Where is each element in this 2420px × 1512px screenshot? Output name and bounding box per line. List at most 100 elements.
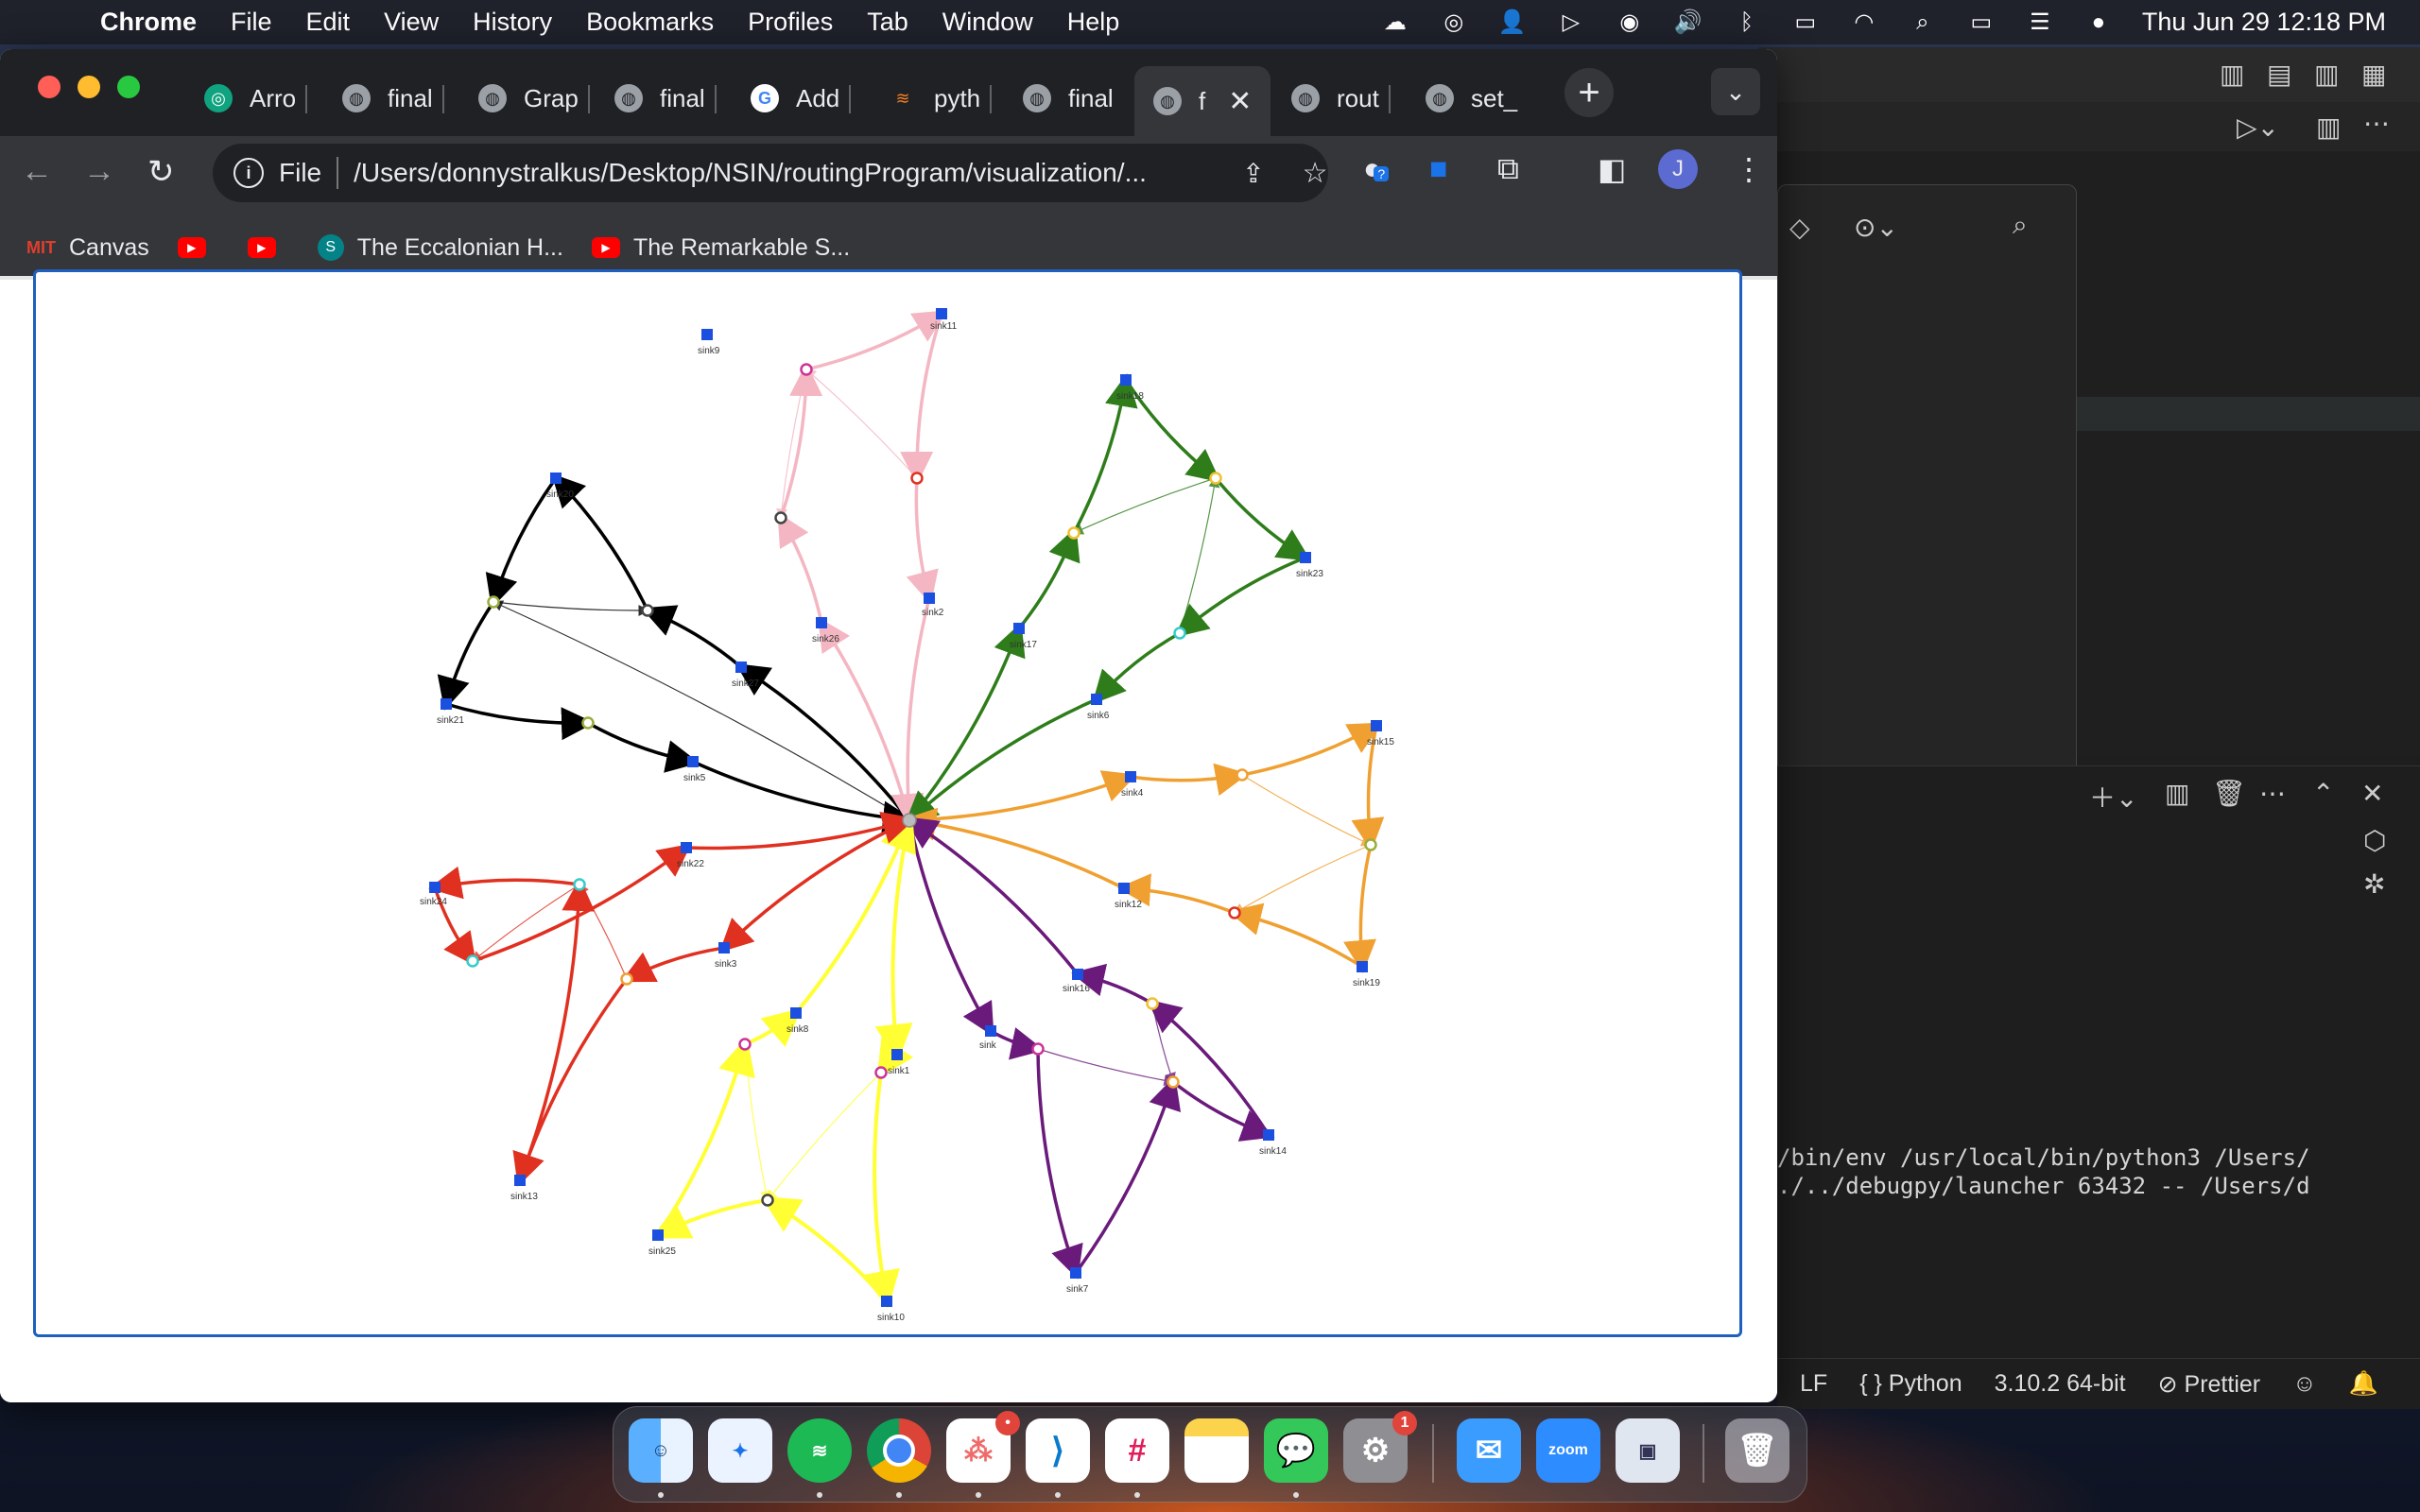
extension-chat-icon[interactable]: ●? bbox=[1363, 151, 1390, 186]
waypoint-marker[interactable] bbox=[466, 954, 479, 968]
sink-node[interactable] bbox=[701, 329, 713, 340]
sink-node[interactable] bbox=[1263, 1129, 1274, 1141]
menu-bookmarks[interactable]: Bookmarks bbox=[586, 8, 714, 37]
sink-node[interactable] bbox=[816, 617, 827, 628]
waypoint-marker[interactable] bbox=[1236, 768, 1249, 782]
waypoint-marker[interactable] bbox=[487, 595, 500, 609]
sink-node[interactable] bbox=[441, 698, 452, 710]
zoom-icon[interactable]: zoom bbox=[1536, 1418, 1600, 1483]
mail-icon[interactable]: ✉ bbox=[1457, 1418, 1521, 1483]
bookmark-star-icon[interactable]: ☆ bbox=[1303, 157, 1328, 190]
run-icon[interactable]: ▷⌄ bbox=[2237, 112, 2279, 143]
menu-profiles[interactable]: Profiles bbox=[748, 8, 833, 37]
bluetooth-icon[interactable]: ᛒ bbox=[1732, 9, 1762, 35]
new-terminal-icon[interactable]: ＋⌄ bbox=[2089, 778, 2137, 816]
sink-node[interactable] bbox=[718, 942, 730, 954]
tab-3[interactable]: ◍ final bbox=[614, 74, 717, 123]
maximize-panel-icon[interactable]: ⌃ bbox=[2312, 778, 2334, 809]
system-settings-icon[interactable]: ⚙ 1 bbox=[1343, 1411, 1417, 1483]
waypoint-marker[interactable] bbox=[774, 511, 787, 524]
waypoint-marker[interactable] bbox=[1364, 838, 1377, 851]
chrome-icon[interactable] bbox=[867, 1418, 931, 1483]
close-tab-icon[interactable]: ✕ bbox=[1228, 85, 1252, 118]
waypoint-marker[interactable] bbox=[1167, 1075, 1180, 1089]
status-line-ending[interactable]: LF bbox=[1800, 1370, 1827, 1398]
close-panel-icon[interactable]: ✕ bbox=[2361, 778, 2383, 809]
sink-node[interactable] bbox=[1120, 374, 1132, 386]
address-bar[interactable]: i File /Users/donnystralkus/Desktop/NSIN… bbox=[213, 144, 1328, 202]
waypoint-marker[interactable] bbox=[620, 972, 633, 986]
sink-node[interactable] bbox=[790, 1007, 802, 1019]
sink-node[interactable] bbox=[1013, 623, 1025, 634]
tab-4[interactable]: G Add bbox=[751, 74, 852, 123]
toggle-secondary-sidebar-icon[interactable]: ▥ bbox=[2314, 59, 2339, 90]
sink-node[interactable] bbox=[1357, 961, 1368, 972]
more-actions-icon[interactable]: ⋯ bbox=[2363, 108, 2390, 139]
more-options-icon[interactable]: ⊙⌄ bbox=[1854, 212, 1898, 243]
reload-icon[interactable]: ↻ bbox=[147, 153, 175, 191]
scan-icon[interactable]: ◎ bbox=[1439, 9, 1469, 35]
menu-edit[interactable]: Edit bbox=[306, 8, 351, 37]
sink-node[interactable] bbox=[891, 1049, 903, 1060]
sink-node[interactable] bbox=[681, 842, 692, 853]
toggle-panel-icon[interactable]: ▤ bbox=[2267, 59, 2291, 90]
sink-node[interactable] bbox=[924, 593, 935, 604]
waypoint-marker[interactable] bbox=[1146, 997, 1159, 1010]
waypoint-marker[interactable] bbox=[573, 878, 586, 891]
status-prettier[interactable]: ⊘ Prettier bbox=[2158, 1370, 2261, 1399]
waypoint-marker[interactable] bbox=[910, 472, 924, 485]
split-editor-icon[interactable]: ▥ bbox=[2316, 112, 2341, 143]
battery-icon[interactable]: ▭ bbox=[1790, 9, 1821, 35]
tab-2[interactable]: ◍ Grap bbox=[478, 74, 590, 123]
waypoint-marker[interactable] bbox=[1031, 1042, 1045, 1056]
sink-node[interactable] bbox=[1125, 771, 1136, 782]
search-icon[interactable]: ⌕ bbox=[2013, 210, 2028, 241]
slack-icon[interactable]: # bbox=[1105, 1418, 1169, 1483]
more-terminal-actions-icon[interactable]: ⋯ bbox=[2259, 778, 2286, 809]
sink-node[interactable] bbox=[735, 662, 747, 673]
share-icon[interactable]: ⇪ bbox=[1242, 158, 1264, 189]
customize-layout-icon[interactable]: ▦ bbox=[2361, 59, 2386, 90]
sink-node[interactable] bbox=[936, 308, 947, 319]
waypoint-marker[interactable] bbox=[761, 1194, 774, 1207]
tab-5[interactable]: ≋ pyth bbox=[889, 74, 993, 123]
tab-6[interactable]: ◍ final bbox=[1023, 74, 1114, 123]
site-info-icon[interactable]: i bbox=[233, 158, 264, 188]
waypoint-marker[interactable] bbox=[874, 1066, 888, 1079]
menu-file[interactable]: File bbox=[231, 8, 272, 37]
messages-icon[interactable]: 💬 bbox=[1264, 1418, 1328, 1483]
waypoint-marker[interactable] bbox=[738, 1038, 752, 1051]
feedback-icon[interactable]: ☺ bbox=[2292, 1370, 2317, 1398]
trash-icon[interactable]: 🗑 bbox=[1725, 1418, 1789, 1483]
sink-node[interactable] bbox=[1371, 720, 1382, 731]
menu-view[interactable]: View bbox=[384, 8, 439, 37]
siri-icon[interactable]: ● bbox=[2083, 9, 2114, 35]
wifi-icon[interactable]: ◠ bbox=[1849, 9, 1879, 35]
vscode-icon[interactable]: ⟩ bbox=[1026, 1418, 1090, 1483]
notes-icon[interactable] bbox=[1184, 1418, 1249, 1483]
sink-node[interactable] bbox=[881, 1296, 892, 1307]
control-center-icon[interactable]: ☰ bbox=[2025, 9, 2055, 35]
waypoint-marker[interactable] bbox=[641, 604, 654, 617]
waypoint-marker[interactable] bbox=[800, 363, 813, 376]
status-language[interactable]: { } Python bbox=[1859, 1370, 1962, 1398]
sink-node[interactable] bbox=[1070, 1267, 1081, 1279]
menu-app-name[interactable]: Chrome bbox=[100, 8, 197, 37]
bookmark-youtube-1[interactable]: ▶ bbox=[177, 237, 219, 258]
waypoint-marker[interactable] bbox=[581, 716, 595, 730]
notifications-bell-icon[interactable]: 🔔 bbox=[2349, 1370, 2378, 1398]
chrome-menu-icon[interactable]: ⋮ bbox=[1734, 151, 1764, 187]
graph-visualization[interactable]: sink11 sink9 sink18 sink20 sink23 sink26 sink2… bbox=[33, 269, 1742, 1337]
bookmark-canvas[interactable]: MIT Canvas bbox=[26, 234, 149, 262]
sink-node[interactable] bbox=[429, 882, 441, 893]
back-arrow-icon[interactable]: ← bbox=[21, 153, 53, 190]
sink-node[interactable] bbox=[687, 756, 699, 767]
sink-node[interactable] bbox=[514, 1175, 526, 1186]
bookmark-eccalonian[interactable]: S The Eccalonian H... bbox=[317, 234, 563, 262]
new-tab-button[interactable]: + bbox=[1564, 68, 1614, 117]
creative-cloud-icon[interactable]: ☁ bbox=[1380, 9, 1410, 35]
menubar-clock[interactable]: Thu Jun 29 12:18 PM bbox=[2142, 8, 2386, 37]
close-window-button[interactable] bbox=[38, 76, 60, 98]
bookmark-youtube-2[interactable]: ▶ bbox=[247, 237, 289, 258]
waypoint-marker[interactable] bbox=[1209, 472, 1222, 485]
